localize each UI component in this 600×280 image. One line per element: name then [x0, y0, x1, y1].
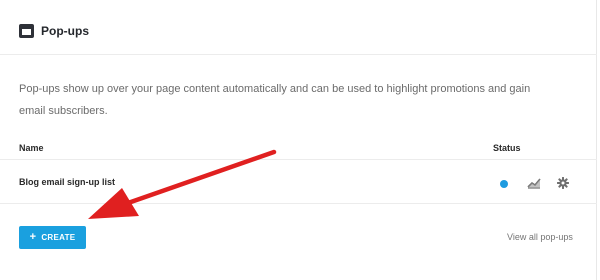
stats-icon[interactable] [527, 177, 541, 189]
popup-name[interactable]: Blog email sign-up list [19, 177, 115, 187]
table-row[interactable]: Blog email sign-up list [0, 161, 597, 204]
gear-icon[interactable] [557, 177, 569, 189]
status-indicator-icon[interactable] [500, 180, 508, 188]
column-header-name: Name [19, 143, 44, 153]
popup-window-icon [19, 24, 34, 38]
page-title: Pop-ups [41, 24, 89, 38]
table-header: Name Status [0, 140, 597, 160]
plus-icon: + [29, 231, 37, 243]
panel-description: Pop-ups show up over your page content a… [19, 83, 531, 117]
panel-header: Pop-ups [0, 0, 597, 55]
view-all-popups-link[interactable]: View all pop-ups [507, 232, 573, 242]
create-button[interactable]: + CREATE [19, 226, 86, 249]
column-header-status: Status [493, 143, 521, 153]
create-button-label: CREATE [41, 233, 76, 242]
popups-panel: Pop-ups Pop-ups show up over your page c… [0, 0, 597, 280]
